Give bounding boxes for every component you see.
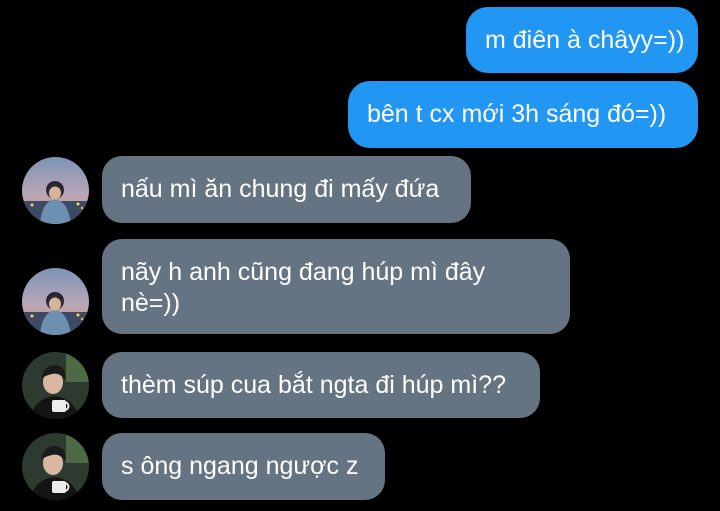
message-text: bên t cx mới 3h sáng đó=)) xyxy=(367,100,667,128)
avatar-a-image xyxy=(22,268,89,335)
outgoing-message[interactable]: bên t cx mới 3h sáng đó=)) xyxy=(348,81,698,148)
incoming-message[interactable]: nấu mì ăn chung đi mấy đứa xyxy=(102,156,471,223)
outgoing-message[interactable]: m điên à châyy=)) xyxy=(466,7,698,73)
incoming-message[interactable]: s ông ngang ngược z xyxy=(102,433,385,500)
incoming-message[interactable]: thèm súp cua bắt ngta đi húp mì?? xyxy=(102,352,540,418)
message-text: s ông ngang ngược z xyxy=(121,452,359,480)
sender-avatar[interactable] xyxy=(22,157,89,224)
incoming-message[interactable]: nãy h anh cũng đang húp mì đây nè=)) xyxy=(102,239,570,334)
chat-thread: m điên à châyy=)) bên t cx mới 3h sáng đ… xyxy=(0,0,720,511)
sender-avatar[interactable] xyxy=(22,268,89,335)
message-text-line: nãy h anh cũng đang húp mì đây xyxy=(121,258,486,286)
message-text-line: nè=)) xyxy=(121,289,181,317)
avatar-b-image xyxy=(22,433,89,500)
message-text: nấu mì ăn chung đi mấy đứa xyxy=(121,175,440,203)
avatar-b-image xyxy=(22,352,89,419)
message-text: m điên à châyy=)) xyxy=(485,26,685,54)
sender-avatar[interactable] xyxy=(22,433,89,500)
message-text: thèm súp cua bắt ngta đi húp mì?? xyxy=(121,371,506,399)
avatar-a-image xyxy=(22,157,89,224)
sender-avatar[interactable] xyxy=(22,352,89,419)
